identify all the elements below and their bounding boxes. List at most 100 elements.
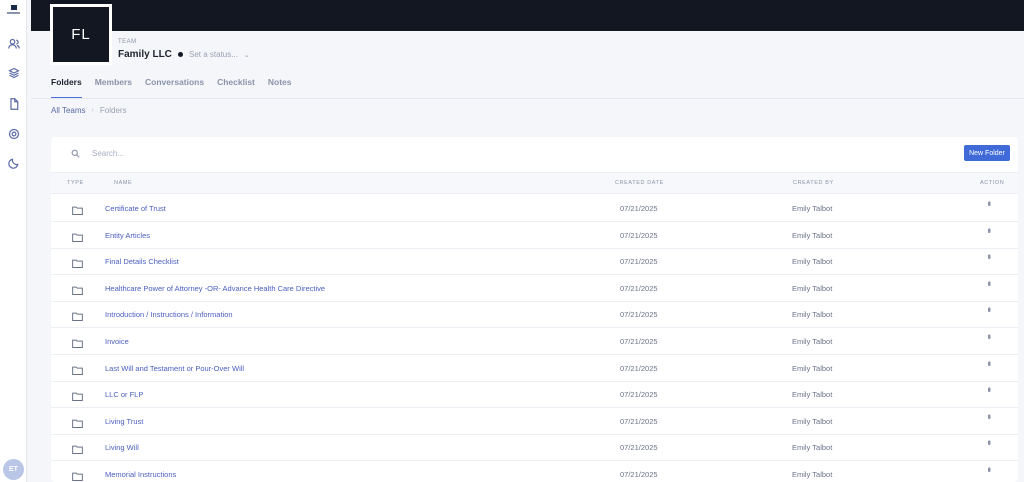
- more-options-icon[interactable]: •••: [984, 228, 994, 231]
- table-row[interactable]: Entity Articles 07/21/2025 Emily Talbot •••: [51, 222, 1018, 249]
- table-row[interactable]: Memorial Instructions 07/21/2025 Emily Tal…: [51, 461, 1018, 482]
- avatar[interactable]: ET: [3, 459, 24, 480]
- header-action: ACTION: [980, 180, 1005, 186]
- created-by: Emily Talbot: [792, 363, 833, 373]
- created-by: Emily Talbot: [792, 257, 833, 267]
- status-dot: [178, 52, 183, 57]
- tab-bar: Folders Members Conversations Checklist …: [51, 77, 305, 99]
- header-created-date[interactable]: CREATED DATE: [615, 180, 664, 186]
- created-date: 07/21/2025: [620, 257, 658, 267]
- table-row[interactable]: Living Trust 07/21/2025 Emily Talbot •••: [51, 408, 1018, 435]
- more-options-icon[interactable]: •••: [984, 440, 994, 443]
- status-selector[interactable]: Set a status... ⌄: [178, 50, 250, 59]
- folder-name-link[interactable]: Memorial Instructions: [105, 470, 176, 479]
- tab-divider: [31, 98, 1024, 99]
- folder-name-link[interactable]: Introduction / Instructions / Informatio…: [105, 310, 233, 319]
- top-bar: [31, 0, 1024, 31]
- table-header: TYPE NAME CREATED DATE CREATED BY ACTION: [51, 172, 1018, 194]
- folder-name-link[interactable]: Invoice: [105, 337, 129, 346]
- header-created-by[interactable]: CREATED BY: [793, 180, 834, 186]
- table-row[interactable]: Living Will 07/21/2025 Emily Talbot •••: [51, 434, 1018, 462]
- created-by: Emily Talbot: [792, 390, 833, 400]
- created-date: 07/21/2025: [620, 470, 658, 479]
- folders-card: Search... New Folder TYPE NAME CREATED D…: [51, 137, 1018, 482]
- tab-checklist[interactable]: Checklist: [217, 77, 255, 99]
- more-options-icon[interactable]: •••: [984, 201, 994, 204]
- header-type[interactable]: TYPE: [67, 180, 84, 186]
- folder-icon: [72, 255, 83, 269]
- layers-icon[interactable]: [7, 66, 21, 80]
- moon-icon[interactable]: [7, 156, 21, 170]
- folder-icon: [72, 468, 83, 481]
- more-options-icon[interactable]: •••: [984, 254, 994, 257]
- folder-name-link[interactable]: LLC or FLP: [105, 390, 143, 399]
- tab-members[interactable]: Members: [95, 77, 132, 99]
- folder-name-link[interactable]: Final Details Checklist: [105, 257, 179, 266]
- created-by: Emily Talbot: [792, 204, 833, 213]
- breadcrumb-all-teams[interactable]: All Teams: [51, 106, 86, 115]
- created-date: 07/21/2025: [620, 443, 658, 453]
- status-placeholder: Set a status...: [189, 50, 238, 59]
- more-options-icon[interactable]: •••: [984, 467, 994, 470]
- breadcrumb-separator: ›: [91, 107, 94, 114]
- folder-icon: [72, 335, 83, 348]
- search-placeholder: Search...: [92, 149, 125, 158]
- created-by: Emily Talbot: [792, 310, 833, 320]
- folder-name-link[interactable]: Healthcare Power of Attorney -OR- Advanc…: [105, 284, 325, 293]
- table-row[interactable]: Last Will and Testament or Pour-Over Wil…: [51, 355, 1018, 382]
- created-by: Emily Talbot: [792, 230, 833, 240]
- support-icon[interactable]: [7, 127, 21, 141]
- sidebar: ET: [0, 0, 27, 482]
- more-options-icon[interactable]: •••: [984, 361, 994, 364]
- created-date: 07/21/2025: [620, 337, 658, 346]
- table-row[interactable]: LLC or FLP 07/21/2025 Emily Talbot •••: [51, 381, 1018, 409]
- team-label: TEAM: [118, 39, 137, 45]
- created-date: 07/21/2025: [620, 416, 658, 426]
- created-by: Emily Talbot: [792, 416, 833, 426]
- users-icon[interactable]: [7, 37, 21, 51]
- table-row[interactable]: Invoice 07/21/2025 Emily Talbot •••: [51, 328, 1018, 355]
- table-row[interactable]: Certificate of Trust 07/21/2025 Emily Talb…: [51, 195, 1018, 222]
- table-row[interactable]: Introduction / Instructions / Informatio…: [51, 301, 1018, 329]
- created-by: Emily Talbot: [792, 470, 833, 479]
- folder-icon: [72, 202, 83, 215]
- new-folder-button[interactable]: New Folder: [964, 145, 1010, 161]
- created-date: 07/21/2025: [620, 230, 658, 240]
- folder-icon: [72, 282, 83, 295]
- folder-name-link[interactable]: Living Trust: [105, 417, 143, 426]
- chevron-down-icon: ⌄: [243, 51, 250, 59]
- search-input[interactable]: Search...: [71, 149, 124, 158]
- created-by: Emily Talbot: [792, 443, 833, 453]
- table-row[interactable]: Final Details Checklist 07/21/2025 Emily T…: [51, 248, 1018, 276]
- folder-icon: [72, 415, 83, 428]
- folder-icon: [72, 308, 83, 322]
- folder-icon: [72, 229, 83, 242]
- created-date: 07/21/2025: [620, 390, 658, 400]
- document-icon[interactable]: [7, 97, 21, 111]
- team-name: Family LLC: [118, 49, 172, 60]
- search-icon: [71, 149, 80, 158]
- table-row[interactable]: Healthcare Power of Attorney -OR- Advanc…: [51, 275, 1018, 302]
- tab-conversations[interactable]: Conversations: [145, 77, 204, 99]
- tab-folders[interactable]: Folders: [51, 77, 82, 99]
- folder-name-link[interactable]: Certificate of Trust: [105, 204, 166, 213]
- team-avatar: FL: [50, 4, 112, 65]
- more-options-icon[interactable]: •••: [984, 307, 994, 310]
- brand-logo[interactable]: [6, 5, 21, 15]
- more-options-icon[interactable]: •••: [984, 414, 994, 417]
- folder-name-link[interactable]: Last Will and Testament or Pour-Over Wil…: [105, 364, 244, 373]
- created-date: 07/21/2025: [620, 204, 658, 213]
- folder-name-link[interactable]: Living Will: [105, 443, 139, 452]
- folder-icon: [72, 362, 83, 375]
- more-options-icon[interactable]: •••: [984, 334, 994, 337]
- folder-name-link[interactable]: Entity Articles: [105, 231, 150, 240]
- breadcrumb: All Teams › Folders: [51, 106, 127, 115]
- tab-notes[interactable]: Notes: [268, 77, 292, 99]
- folder-icon: [72, 441, 83, 455]
- created-date: 07/21/2025: [620, 363, 658, 373]
- more-options-icon[interactable]: •••: [984, 281, 994, 284]
- header-name[interactable]: NAME: [114, 180, 132, 186]
- created-by: Emily Talbot: [792, 337, 833, 346]
- created-by: Emily Talbot: [792, 283, 833, 293]
- more-options-icon[interactable]: •••: [984, 387, 994, 390]
